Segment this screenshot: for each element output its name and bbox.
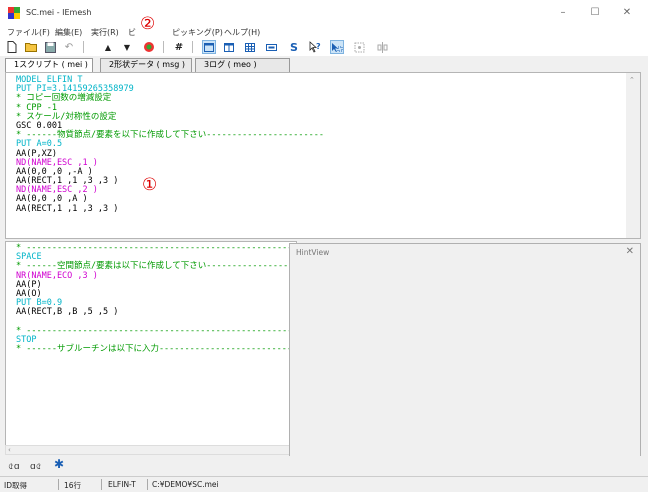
bottom-toolbar: ৫ɑ ɑ৫ ✱	[0, 456, 648, 476]
bottom-tool-b-icon[interactable]: ɑ৫	[30, 459, 42, 474]
select-arrow-icon[interactable]	[330, 40, 344, 54]
menu-picking[interactable]: ピッキング(P)	[172, 27, 223, 38]
single-view-icon[interactable]	[202, 40, 216, 54]
window-title: SC.mei - IEmesh	[26, 8, 92, 17]
help-pointer-icon[interactable]: ?	[308, 40, 322, 54]
status-separator	[101, 479, 102, 490]
close-button[interactable]: ✕	[612, 4, 642, 22]
bottom-tool-a-icon[interactable]: ৫ɑ	[8, 459, 20, 474]
code-line: * ------サブルーチンは以下に入力--------------------…	[16, 344, 297, 355]
mirror-icon[interactable]	[375, 40, 389, 54]
minimize-button[interactable]: –	[548, 4, 578, 22]
tab-shape-data[interactable]: 2形状データ ( msg )	[100, 58, 192, 72]
hintview-close-icon[interactable]: ✕	[626, 246, 634, 257]
marker-two: ②	[140, 14, 156, 34]
toolbar: ↶ ▲ ▼ # S ?	[0, 38, 648, 56]
toolbar-separator	[163, 41, 164, 53]
open-folder-icon[interactable]	[24, 40, 38, 54]
status-line: 16行	[64, 481, 82, 490]
menu-bar: ファイル(F) 編集(E) 実行(R) ビ ピッキング(P) ヘルプ(H)	[0, 26, 648, 38]
status-mode: ID取得	[4, 481, 27, 490]
new-file-icon[interactable]	[5, 40, 19, 54]
code-area-top[interactable]: MODEL ELFIN T PUT PI=3.14159265358979 * コピ…	[16, 75, 325, 214]
maximize-button[interactable]: ☐	[580, 4, 610, 22]
menu-edit[interactable]: 編集(E)	[55, 27, 82, 38]
code-line: AA(RECT,1 ,1 ,3 ,3 )	[16, 203, 119, 214]
split-view-icon[interactable]	[222, 40, 236, 54]
menu-file[interactable]: ファイル(F)	[7, 27, 50, 38]
select-region-icon[interactable]	[352, 40, 366, 54]
hintview-panel: HintView ✕	[289, 243, 641, 459]
code-line: * ------物質節点/要素を以下に作成して下さい--------------…	[16, 130, 325, 141]
save-icon[interactable]	[43, 40, 57, 54]
menu-run[interactable]: 実行(R)	[91, 27, 119, 38]
status-separator	[147, 479, 148, 490]
status-bar: ID取得 16行 ELFIN-T C:¥DEMO¥SC.mei	[0, 476, 648, 492]
app-icon	[8, 7, 20, 19]
tab-log[interactable]: 3ログ ( meo )	[195, 58, 290, 72]
undo-icon[interactable]: ↶	[62, 40, 76, 54]
rotate-model-icon[interactable]	[142, 40, 156, 54]
menu-help[interactable]: ヘルプ(H)	[224, 27, 260, 38]
svg-text:?: ?	[316, 42, 321, 51]
code-line: AA(P)	[16, 279, 42, 290]
code-line: PUT A=0.5	[16, 139, 63, 150]
arrow-up-icon[interactable]: ▲	[101, 40, 115, 54]
table-view-icon[interactable]	[243, 40, 257, 54]
status-model: ELFIN-T	[108, 480, 136, 489]
code-line: * スケール/対称性の設定	[16, 111, 117, 122]
tab-script[interactable]: 1スクリプト ( mei )	[5, 58, 93, 73]
title-bar: SC.mei - IEmesh – ☐ ✕	[0, 0, 648, 26]
toolbar-separator	[83, 41, 84, 53]
code-line: * --------------------------------------…	[16, 243, 296, 253]
panel-view-icon[interactable]	[264, 40, 278, 54]
menu-view[interactable]: ビ	[128, 27, 136, 38]
script-editor-top[interactable]: MODEL ELFIN T PUT PI=3.14159265358979 * コピ…	[5, 72, 641, 239]
scroll-left-icon[interactable]: ‹	[8, 446, 11, 454]
horizontal-scrollbar[interactable]: ‹	[5, 445, 297, 455]
script-editor-bottom[interactable]: * --------------------------------------…	[5, 241, 297, 455]
asterisk-icon[interactable]: ✱	[54, 457, 64, 471]
arrow-down-icon[interactable]: ▼	[120, 40, 134, 54]
status-path: C:¥DEMO¥SC.mei	[152, 480, 219, 489]
code-line: * コピー回数の増減設定	[16, 93, 112, 104]
marker-one: ①	[142, 175, 158, 195]
grid-hash-icon[interactable]: #	[172, 40, 186, 54]
vertical-scrollbar[interactable]: ⌃	[626, 73, 640, 238]
status-separator	[58, 479, 59, 490]
code-line: NR(NAME,ECO ,3 )	[16, 270, 98, 281]
code-line: * --------------------------------------…	[16, 325, 296, 336]
s-command-icon[interactable]: S	[287, 40, 301, 54]
scroll-up-icon[interactable]: ⌃	[629, 76, 635, 84]
app-window: SC.mei - IEmesh – ☐ ✕ ファイル(F) 編集(E) 実行(R…	[0, 0, 648, 492]
code-area-bottom[interactable]: * --------------------------------------…	[16, 243, 297, 355]
hintview-title: HintView	[296, 248, 330, 257]
code-line: AA(RECT,B ,B ,5 ,5 )	[16, 307, 119, 318]
toolbar-separator	[192, 41, 193, 53]
tab-bar: 1スクリプト ( mei ) 2形状データ ( msg ) 3ログ ( meo …	[0, 56, 648, 73]
